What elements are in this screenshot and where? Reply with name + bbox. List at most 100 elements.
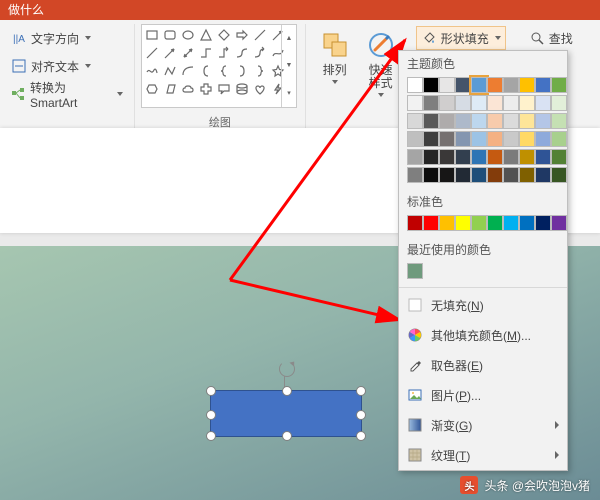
resize-handle-br[interactable]	[356, 431, 366, 441]
color-swatch[interactable]	[471, 113, 487, 129]
shape-fill-button[interactable]: 形状填充	[416, 26, 506, 50]
color-swatch[interactable]	[423, 215, 439, 231]
arrange-button[interactable]: 排列	[312, 24, 358, 110]
color-swatch[interactable]	[551, 149, 567, 165]
shapes-gallery[interactable]: ▲ ▼ ▾	[141, 24, 297, 108]
color-swatch[interactable]	[503, 149, 519, 165]
color-swatch[interactable]	[439, 95, 455, 111]
color-swatch[interactable]	[519, 131, 535, 147]
color-swatch[interactable]	[535, 77, 551, 93]
color-swatch[interactable]	[471, 215, 487, 231]
resize-handle-bl[interactable]	[206, 431, 216, 441]
shape-line2-icon[interactable]	[144, 45, 160, 61]
selected-shape[interactable]	[210, 390, 362, 437]
color-swatch[interactable]	[487, 131, 503, 147]
eyedropper-item[interactable]: 取色器(E)	[399, 350, 567, 380]
shape-line-icon[interactable]	[252, 27, 268, 43]
color-swatch[interactable]	[519, 167, 535, 183]
shape-scribble-icon[interactable]	[144, 63, 160, 79]
scroll-down-icon[interactable]: ▼	[282, 52, 296, 79]
color-swatch[interactable]	[551, 215, 567, 231]
color-swatch[interactable]	[455, 113, 471, 129]
color-swatch[interactable]	[487, 167, 503, 183]
find-button[interactable]: 查找	[524, 26, 578, 50]
color-swatch[interactable]	[455, 149, 471, 165]
texture-fill-item[interactable]: 纹理(T)	[399, 440, 567, 470]
color-swatch[interactable]	[503, 215, 519, 231]
color-swatch[interactable]	[471, 149, 487, 165]
shape-brace-r-icon[interactable]	[252, 63, 268, 79]
shape-bracket-r-icon[interactable]	[234, 63, 250, 79]
color-swatch[interactable]	[439, 77, 455, 93]
shape-bracket-l-icon[interactable]	[198, 63, 214, 79]
resize-handle-mr[interactable]	[356, 410, 366, 420]
shape-elbow-icon[interactable]	[198, 45, 214, 61]
color-swatch[interactable]	[407, 215, 423, 231]
resize-handle-tl[interactable]	[206, 386, 216, 396]
color-swatch[interactable]	[519, 149, 535, 165]
color-swatch[interactable]	[423, 149, 439, 165]
color-swatch[interactable]	[503, 95, 519, 111]
shape-curve-icon[interactable]	[234, 45, 250, 61]
color-swatch[interactable]	[551, 113, 567, 129]
color-swatch[interactable]	[503, 113, 519, 129]
color-swatch[interactable]	[503, 77, 519, 93]
resize-handle-tm[interactable]	[282, 386, 292, 396]
color-swatch[interactable]	[535, 167, 551, 183]
color-swatch[interactable]	[439, 215, 455, 231]
shape-arrow2-icon[interactable]	[162, 45, 178, 61]
shape-arc-icon[interactable]	[180, 63, 196, 79]
color-swatch[interactable]	[439, 149, 455, 165]
color-swatch[interactable]	[423, 131, 439, 147]
color-swatch[interactable]	[471, 95, 487, 111]
more-colors-item[interactable]: 其他填充颜色(M)...	[399, 320, 567, 350]
shape-callout-icon[interactable]	[216, 81, 232, 97]
shape-rectangle-icon[interactable]	[144, 27, 160, 43]
shape-rounded-rect-icon[interactable]	[162, 27, 178, 43]
shape-diamond-icon[interactable]	[216, 27, 232, 43]
color-swatch[interactable]	[471, 77, 487, 93]
color-swatch[interactable]	[519, 215, 535, 231]
color-swatch[interactable]	[407, 95, 423, 111]
shape-oval-icon[interactable]	[180, 27, 196, 43]
color-swatch[interactable]	[519, 77, 535, 93]
color-swatch[interactable]	[439, 167, 455, 183]
color-swatch[interactable]	[439, 131, 455, 147]
color-swatch[interactable]	[535, 95, 551, 111]
color-swatch[interactable]	[487, 215, 503, 231]
color-swatch[interactable]	[423, 167, 439, 183]
color-swatch[interactable]	[551, 131, 567, 147]
align-text-button[interactable]: 对齐文本	[6, 54, 128, 78]
color-swatch[interactable]	[423, 95, 439, 111]
scroll-up-icon[interactable]: ▲	[282, 25, 296, 52]
color-swatch[interactable]	[535, 113, 551, 129]
shape-elbow-arrow-icon[interactable]	[216, 45, 232, 61]
resize-handle-tr[interactable]	[356, 386, 366, 396]
color-swatch[interactable]	[551, 167, 567, 183]
color-swatch[interactable]	[535, 149, 551, 165]
color-swatch[interactable]	[487, 149, 503, 165]
color-swatch[interactable]	[471, 167, 487, 183]
color-swatch[interactable]	[487, 113, 503, 129]
shape-polyline-icon[interactable]	[162, 63, 178, 79]
shape-heart-icon[interactable]	[252, 81, 268, 97]
text-direction-button[interactable]: ||A 文字方向	[6, 26, 128, 50]
shape-parallelogram-icon[interactable]	[162, 81, 178, 97]
shape-plus-icon[interactable]	[198, 81, 214, 97]
color-swatch[interactable]	[407, 263, 423, 279]
color-swatch[interactable]	[455, 167, 471, 183]
color-swatch[interactable]	[407, 113, 423, 129]
scroll-more-icon[interactable]: ▾	[282, 80, 296, 107]
color-swatch[interactable]	[551, 77, 567, 93]
shape-brace-l-icon[interactable]	[216, 63, 232, 79]
color-swatch[interactable]	[423, 77, 439, 93]
convert-smartart-button[interactable]: 转换为 SmartArt	[6, 82, 128, 106]
resize-handle-ml[interactable]	[206, 410, 216, 420]
color-swatch[interactable]	[503, 167, 519, 183]
color-swatch[interactable]	[423, 113, 439, 129]
color-swatch[interactable]	[455, 131, 471, 147]
quick-styles-button[interactable]: 快速样式	[358, 24, 404, 110]
shape-double-arrow-icon[interactable]	[180, 45, 196, 61]
resize-handle-bm[interactable]	[282, 431, 292, 441]
picture-fill-item[interactable]: 图片(P)...	[399, 380, 567, 410]
